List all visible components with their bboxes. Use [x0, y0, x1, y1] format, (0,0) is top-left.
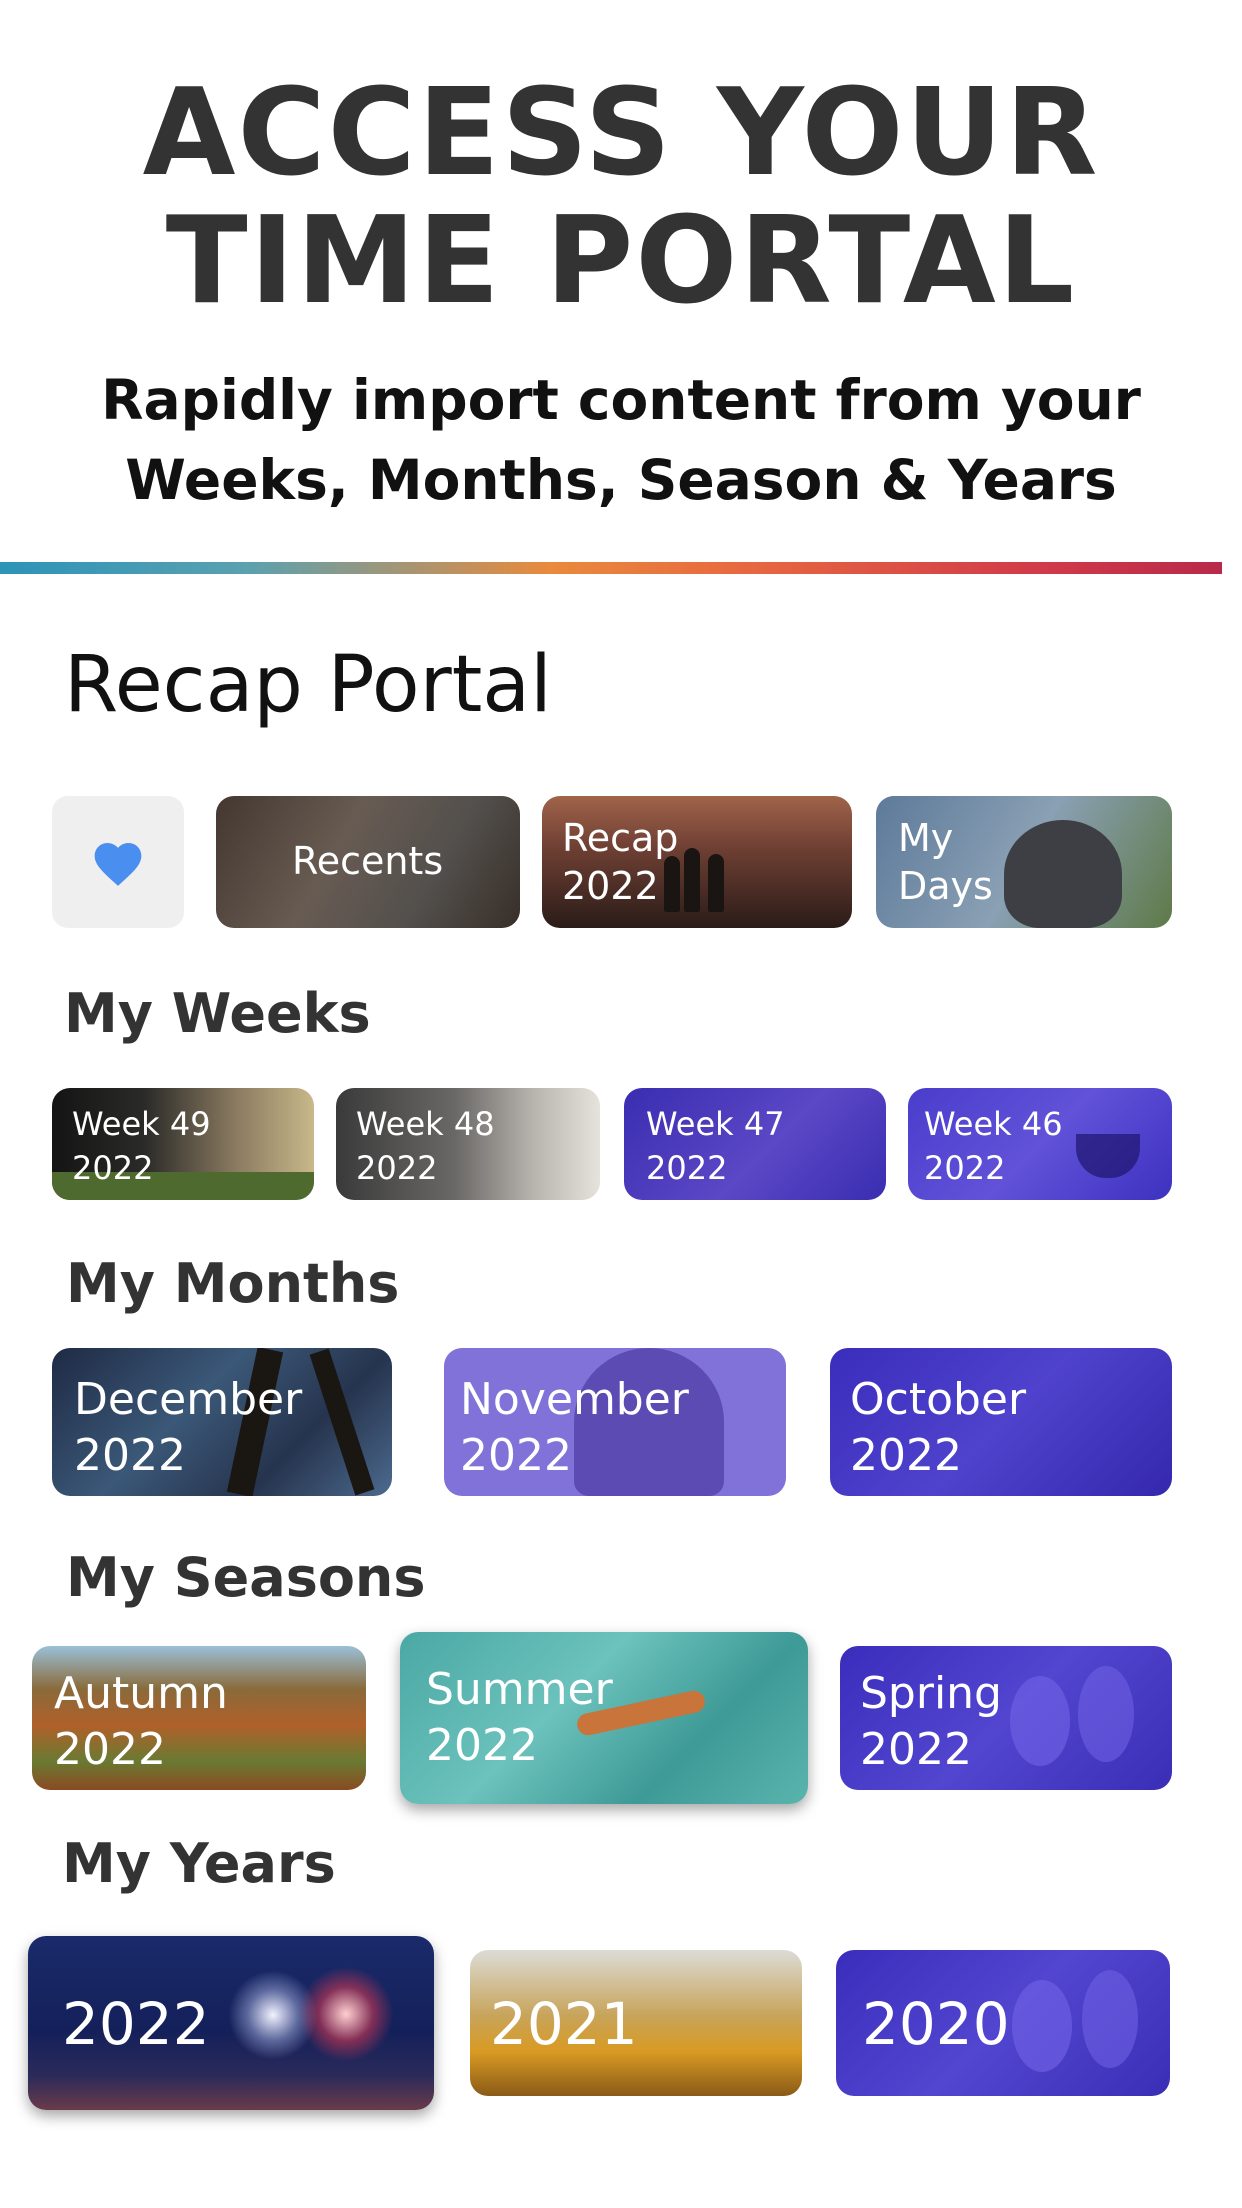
section-title-weeks: My Weeks [64, 982, 371, 1045]
october-2022-label: October 2022 [850, 1374, 1027, 1481]
week-46-label: Week 46 2022 [924, 1105, 1063, 1187]
year-2022-tile[interactable]: 2022 [28, 1936, 434, 2110]
spring-2022-tile[interactable]: Spring 2022 [840, 1646, 1172, 1790]
november-2022-label: November 2022 [460, 1374, 689, 1481]
recap-2022-tile[interactable]: Recap 2022 [542, 796, 852, 928]
gradient-divider [0, 562, 1222, 574]
subheadline-line-2: Weeks, Months, Season & Years [125, 448, 1117, 512]
october-2022-tile[interactable]: October 2022 [830, 1348, 1172, 1496]
autumn-2022-tile[interactable]: Autumn 2022 [32, 1646, 366, 1790]
section-title-seasons: My Seasons [66, 1546, 426, 1609]
recents-label: Recents [292, 839, 444, 883]
summer-2022-label: Summer 2022 [426, 1664, 613, 1771]
december-2022-label: December 2022 [74, 1374, 303, 1481]
subheadline-line-1: Rapidly import content from your [101, 368, 1141, 432]
recap-2022-label: Recap 2022 [562, 816, 679, 908]
week-46-tile[interactable]: Week 46 2022 [908, 1088, 1172, 1200]
recents-tile[interactable]: Recents [216, 796, 520, 928]
heart-icon [94, 843, 142, 886]
app-screen: ACCESS YOUR TIME PORTAL Rapidly import c… [0, 0, 1242, 2208]
week-48-tile[interactable]: Week 48 2022 [336, 1088, 600, 1200]
year-2020-tile[interactable]: 2020 [836, 1950, 1170, 2096]
week-49-label: Week 49 2022 [72, 1105, 211, 1187]
year-2022-label: 2022 [62, 1990, 210, 2058]
year-2021-tile[interactable]: 2021 [470, 1950, 802, 2096]
week-49-tile[interactable]: Week 49 2022 [52, 1088, 314, 1200]
year-2021-label: 2021 [490, 1990, 638, 2058]
my-days-label: My Days [898, 816, 993, 908]
subheadline: Rapidly import content from your Weeks, … [0, 360, 1242, 520]
december-2022-tile[interactable]: December 2022 [52, 1348, 392, 1496]
year-2020-label: 2020 [862, 1990, 1010, 2058]
week-47-label: Week 47 2022 [646, 1105, 785, 1187]
headline: ACCESS YOUR TIME PORTAL [0, 70, 1242, 326]
week-48-label: Week 48 2022 [356, 1105, 495, 1187]
headline-line-1: ACCESS YOUR [142, 64, 1100, 203]
summer-2022-tile[interactable]: Summer 2022 [400, 1632, 808, 1804]
my-days-tile[interactable]: My Days [876, 796, 1172, 928]
section-title-years: My Years [62, 1832, 336, 1895]
autumn-2022-label: Autumn 2022 [54, 1668, 228, 1775]
page-title: Recap Portal [64, 640, 552, 730]
headline-line-2: TIME PORTAL [165, 192, 1077, 331]
section-title-months: My Months [66, 1252, 400, 1315]
november-2022-tile[interactable]: November 2022 [444, 1348, 786, 1496]
week-47-tile[interactable]: Week 47 2022 [624, 1088, 886, 1200]
favorites-button[interactable] [52, 796, 184, 928]
spring-2022-label: Spring 2022 [860, 1668, 1002, 1775]
